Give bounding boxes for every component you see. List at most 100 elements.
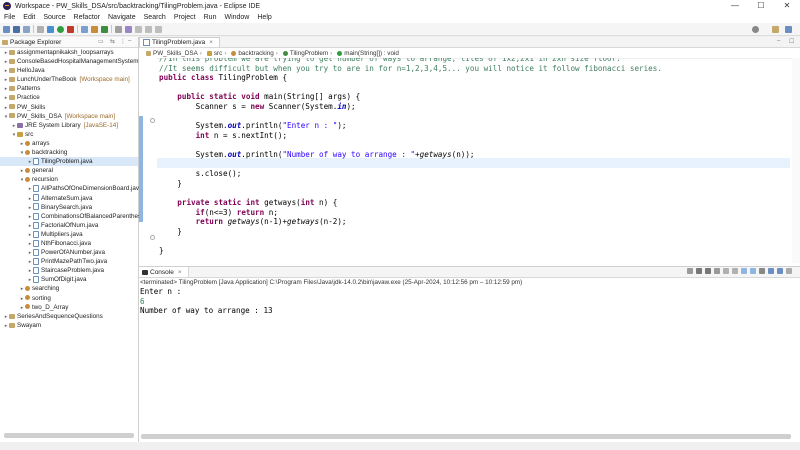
display-console-icon[interactable]	[768, 268, 774, 274]
tree-item[interactable]: ▾ recursion	[0, 175, 138, 184]
scroll-lock-icon[interactable]	[723, 268, 729, 274]
forward-icon[interactable]	[155, 25, 162, 33]
tree-item[interactable]: ▸ NthFibonacci.java	[0, 239, 138, 248]
tree-item[interactable]: ▾ src	[0, 130, 138, 139]
tree-item[interactable]: ▸ HelloJava	[0, 66, 138, 75]
view-menu-icon[interactable]: ⋮	[120, 38, 126, 45]
save-all-icon[interactable]	[23, 25, 30, 33]
search-icon[interactable]	[752, 26, 759, 33]
close-tab-icon[interactable]: ×	[209, 39, 213, 46]
menu-search[interactable]: Search	[140, 14, 170, 21]
tab-tilingproblem[interactable]: TilingProblem.java ×	[139, 37, 221, 47]
menu-source[interactable]: Source	[39, 14, 69, 21]
terminate-icon[interactable]	[687, 268, 693, 274]
explorer-horizontal-scrollbar[interactable]	[4, 433, 134, 438]
terminal-icon[interactable]	[37, 25, 44, 33]
editor-vertical-scrollbar[interactable]	[792, 58, 800, 263]
tree-item[interactable]: ▸ CombinationsOfBalancedParentheses.java	[0, 212, 161, 221]
close-console-icon[interactable]: ×	[178, 269, 182, 276]
tree-item[interactable]: ▸ AllPathsOfOneDimensionBoard.java	[0, 184, 143, 193]
tree-item[interactable]: ▸ LunchUnderTheBook [Workspace main]	[0, 75, 138, 84]
pin-console-icon[interactable]	[759, 268, 765, 274]
remove-launch-icon[interactable]	[696, 268, 702, 274]
menu-window[interactable]: Window	[220, 14, 253, 21]
package-explorer-tab[interactable]: Package Explorer ▭ ⇆ ⋮ –	[0, 37, 138, 48]
collapse-all-icon[interactable]: ▭	[98, 38, 104, 45]
tree-item[interactable]: ▸ StaircaseProblem.java	[0, 266, 138, 275]
file-icon	[33, 267, 39, 275]
tree-item[interactable]: ▾ PW_Skills_DSA [Workspace main]	[0, 112, 138, 121]
menu-project[interactable]: Project	[170, 14, 200, 21]
minimize-editor-icon[interactable]: –	[777, 38, 780, 44]
fold-getways-icon[interactable]	[150, 235, 155, 240]
tree-item[interactable]: ▾ backtracking	[0, 148, 138, 157]
tree-item[interactable]: ▸ PW_Skills	[0, 103, 138, 112]
annotation-icon[interactable]	[135, 25, 142, 33]
close-button[interactable]: ✕	[774, 0, 800, 12]
maximize-editor-icon[interactable]: ☐	[789, 38, 794, 45]
menu-run[interactable]: Run	[200, 14, 221, 21]
search-tool-icon[interactable]	[125, 25, 132, 33]
open-console-icon[interactable]	[777, 268, 783, 274]
menu-edit[interactable]: Edit	[19, 14, 39, 21]
breadcrumb-class[interactable]: TilingProblem	[290, 50, 328, 57]
breadcrumb-src[interactable]: src	[214, 50, 222, 57]
tree-item[interactable]: ▸ general	[0, 166, 138, 175]
minimize-view-icon[interactable]: –	[128, 38, 131, 44]
minimize-button[interactable]: —	[722, 0, 748, 12]
back-icon[interactable]	[145, 25, 152, 33]
clear-console-icon[interactable]	[714, 268, 720, 274]
maximize-button[interactable]: ☐	[748, 0, 774, 12]
tree-item[interactable]: ▸ BinarySearch.java	[0, 203, 138, 212]
tree-item[interactable]: ▸ SumOfDigit.java	[0, 275, 138, 284]
breadcrumb-method[interactable]: main(String[]) : void	[344, 50, 399, 57]
tree-item[interactable]: ▸ two_D_Array	[0, 303, 138, 312]
code-token: TilingProblem {	[218, 73, 288, 83]
remove-all-icon[interactable]	[705, 268, 711, 274]
external-tools-icon[interactable]	[67, 25, 74, 33]
console-horizontal-scrollbar[interactable]	[141, 434, 791, 439]
java-perspective-icon[interactable]	[785, 26, 792, 33]
new-icon[interactable]	[3, 25, 10, 33]
new-java-project-icon[interactable]	[81, 25, 88, 33]
file-icon	[33, 230, 39, 238]
open-type-icon[interactable]	[115, 25, 122, 33]
tree-item[interactable]: ▸ AlternateSum.java	[0, 194, 138, 203]
breadcrumb-project[interactable]: PW_Skills_DSA	[153, 50, 198, 57]
tree-item[interactable]: ▸ ConsoleBasedHospitalManagementSystem	[0, 57, 139, 66]
menu-navigate[interactable]: Navigate	[104, 14, 140, 21]
breadcrumb-package[interactable]: backtracking	[238, 50, 273, 57]
link-editor-icon[interactable]: ⇆	[110, 38, 115, 45]
tree-item[interactable]: ▸ SeriesAndSequenceQuestions	[0, 312, 138, 321]
new-package-icon[interactable]	[91, 25, 98, 33]
tree-item[interactable]: ▸ arrays	[0, 139, 138, 148]
console-view-menu-icon[interactable]	[786, 268, 792, 274]
tab-console[interactable]: Console ×	[139, 267, 189, 277]
menu-file[interactable]: File	[0, 14, 19, 21]
show-stderr-icon[interactable]	[750, 268, 756, 274]
menu-refactor[interactable]: Refactor	[70, 14, 104, 21]
word-wrap-icon[interactable]	[732, 268, 738, 274]
show-stdout-icon[interactable]	[741, 268, 747, 274]
tree-item[interactable]: ▸ Multipliers.java	[0, 230, 138, 239]
tree-item[interactable]: ▸ JRE System Library [JavaSE-14]	[0, 121, 138, 130]
tree-item[interactable]: ▸ FactorialOfNum.java	[0, 221, 138, 230]
tree-item[interactable]: ▸ sorting	[0, 294, 138, 303]
menu-help[interactable]: Help	[253, 14, 275, 21]
tree-item[interactable]: ▸ Swayam	[0, 321, 138, 330]
debug-icon[interactable]	[47, 25, 54, 33]
tree-item[interactable]: ▸ Practice	[0, 93, 138, 102]
run-icon[interactable]	[57, 25, 64, 33]
tree-item[interactable]: ▸ assignmentapnikaksh_loopsarrays	[0, 48, 138, 57]
tree-item[interactable]: ▸ searching	[0, 284, 138, 293]
code-area[interactable]: //In this problem we are trying to get n…	[139, 58, 800, 263]
tree-item[interactable]: ▸ TilingProblem.java	[0, 157, 138, 167]
fold-main-icon[interactable]	[150, 118, 155, 123]
perspective-icon[interactable]	[772, 26, 779, 33]
tree-item[interactable]: ▸ Patterns	[0, 84, 138, 93]
tree-item[interactable]: ▸ PrintMazePathTwo.java	[0, 257, 138, 266]
console-toolbar	[684, 268, 792, 274]
new-class-icon[interactable]	[101, 25, 108, 33]
save-icon[interactable]	[13, 25, 20, 33]
tree-item[interactable]: ▸ PowerOfANumber.java	[0, 248, 138, 257]
